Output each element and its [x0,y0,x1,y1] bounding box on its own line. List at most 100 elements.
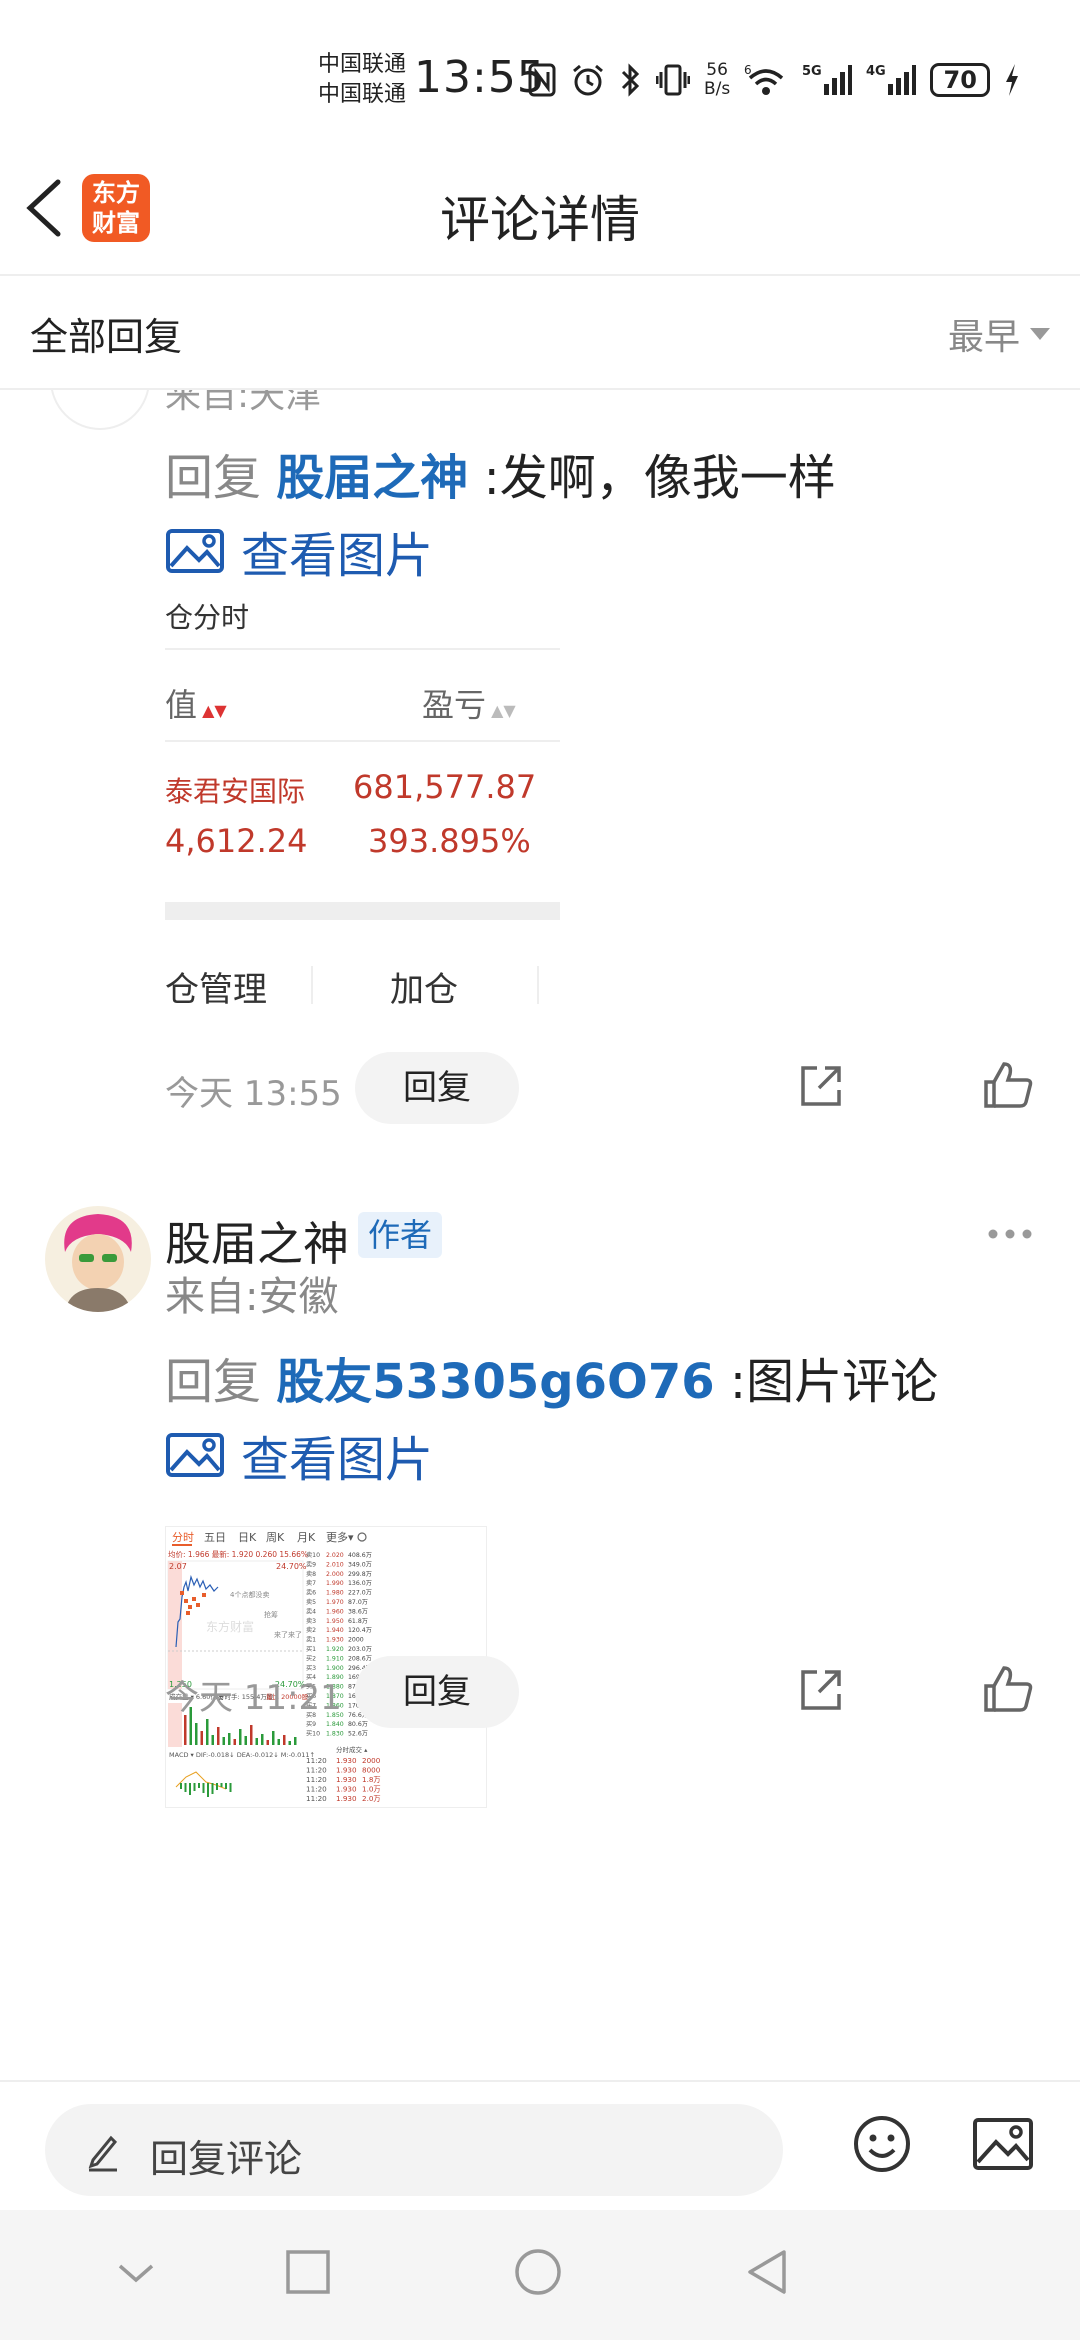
volume-bar [200,1731,203,1745]
net-speed-value: 56 [706,60,728,80]
trade-time: 11:20 [306,1794,327,1803]
image-icon [166,1433,224,1477]
volume-bar [217,1727,220,1745]
comment-location: 来自:安徽 [165,1274,339,1320]
macd-bar [207,1783,209,1797]
share-icon[interactable] [795,1060,847,1112]
tab-label: 月K [297,1531,316,1544]
chevron-down-icon[interactable] [112,2248,160,2296]
carrier-1: 中国联通 [318,52,407,77]
trade-time: 11:20 [306,1756,327,1765]
view-image-label: 查看图片 [241,528,434,584]
macd-line [175,1771,227,1790]
order-volume: 38.6万 [348,1608,368,1615]
top-price: 2.07 [169,1562,187,1571]
order-price: 1.920 [326,1646,344,1653]
alarm-icon [573,64,603,96]
tab-label: 五日 [204,1531,226,1544]
emoji-icon[interactable] [852,2114,912,2174]
home-icon[interactable] [512,2248,564,2300]
img-col-pl-label: 盈亏 [422,686,487,724]
order-price: 2.010 [326,1561,344,1568]
recents-icon[interactable] [284,2248,332,2296]
macd-label: MACD ▾ DIF:-0.018↓ DEA:-0.012↓ M:-0.011↑ [169,1751,315,1759]
share-icon[interactable] [795,1664,847,1716]
order-volume: 299.8万 [348,1571,372,1578]
more-icon[interactable] [985,1226,1035,1242]
macd-bar [216,1783,218,1790]
comments-list[interactable]: 来自:天津 回复 股届之神 :发啊，像我一样 查看图片 仓分时 值 ▲▼ 盈亏 … [0,390,1080,2080]
macd-bar [184,1783,187,1792]
avatar[interactable] [45,1206,151,1312]
net-speed: 56 B/s [704,61,730,99]
order-volume: 120.4万 [348,1627,372,1634]
comment-image-1[interactable]: 仓分时 值 ▲▼ 盈亏 ▲▼ 泰君安国际 681,577.87 4,612.24… [165,590,560,920]
reply-button[interactable]: 回复 [355,1052,519,1124]
volume-bar [228,1733,231,1745]
divider [537,966,539,1004]
avatar[interactable] [50,390,150,430]
view-image-link[interactable]: 查看图片 [165,516,433,586]
like-icon[interactable] [980,1058,1036,1114]
order-price: 1.830 [326,1731,344,1738]
avg-line: 均价: 1.966 最新: 1.920 0.260 15.66% [168,1549,308,1559]
view-image-label: 查看图片 [241,1432,434,1488]
comment-text: 回复 股友53305g6O76 :图片评论 [165,1342,938,1412]
gear-icon [357,1532,367,1542]
reply-target-user[interactable]: 股届之神 [276,450,468,506]
volume-bar [266,1740,269,1745]
signal-2-label: 4G [866,64,886,79]
reply-button[interactable]: 回复 [355,1656,519,1728]
bluetooth-icon [621,63,640,97]
macd-bar [193,1783,196,1791]
comment-body: :图片评论 [729,1354,939,1410]
img-divider-band [165,902,560,920]
tab-label: 周K [266,1531,285,1544]
order-volume: 408.6万 [348,1552,372,1559]
avatar-image [45,1206,151,1312]
order-volume: 227.0万 [348,1590,372,1597]
nfc-icon [528,63,556,97]
macd-bar [189,1783,191,1795]
top-pct: 24.70% [276,1562,307,1571]
battery-level: 70 [930,63,991,97]
order-label: 买10 [306,1730,320,1738]
volume-bar [277,1739,280,1745]
reply-input[interactable]: 回复评论 [45,2104,783,2196]
trade-price: 1.930 [336,1756,357,1765]
picture-icon[interactable] [972,2116,1034,2172]
order-volume: 2000 [348,1637,364,1644]
trade-time: 11:20 [306,1785,327,1794]
order-label: 买1 [306,1645,316,1653]
status-icons: 56 B/s 6 5G 4G 70 [528,56,1020,104]
trade-volume: 1.8万 [362,1775,381,1784]
comment-text: 回复 股届之神 :发啊，像我一样 [165,438,836,508]
like-icon[interactable] [980,1662,1036,1718]
back-icon[interactable] [744,2248,792,2296]
sort-dropdown[interactable]: 最早 [948,308,1050,360]
reply-target-user[interactable]: 股友53305g6O76 [276,1354,714,1410]
order-label: 卖9 [306,1560,316,1568]
macd-bar [225,1783,227,1789]
order-volume: 136.0万 [348,1580,372,1587]
reply-keyword: 回复 [165,450,262,506]
tab-label: 更多▾ [326,1530,354,1544]
chevron-down-icon [1030,328,1050,340]
order-price: 1.980 [326,1590,344,1597]
vibrate-icon [656,64,690,96]
order-volume: 52.6万 [348,1731,368,1738]
order-label: 卖8 [306,1570,316,1578]
charging-icon [1006,64,1019,96]
img-row1-value: 681,577.87 [353,768,537,806]
carrier-2: 中国联通 [318,82,407,107]
macd-bar [202,1783,205,1793]
tab-label: 日K [238,1531,257,1544]
view-image-link[interactable]: 查看图片 [165,1420,433,1490]
trade-price: 1.930 [336,1766,357,1775]
signal-5g-icon: 5G [802,64,853,95]
macd-bar [180,1783,182,1789]
comment-time: 今天 11:21 [165,1678,342,1718]
order-price: 1.950 [326,1618,344,1625]
bubble-1: 4个点都没卖 [230,1590,269,1599]
divider [311,966,313,1004]
